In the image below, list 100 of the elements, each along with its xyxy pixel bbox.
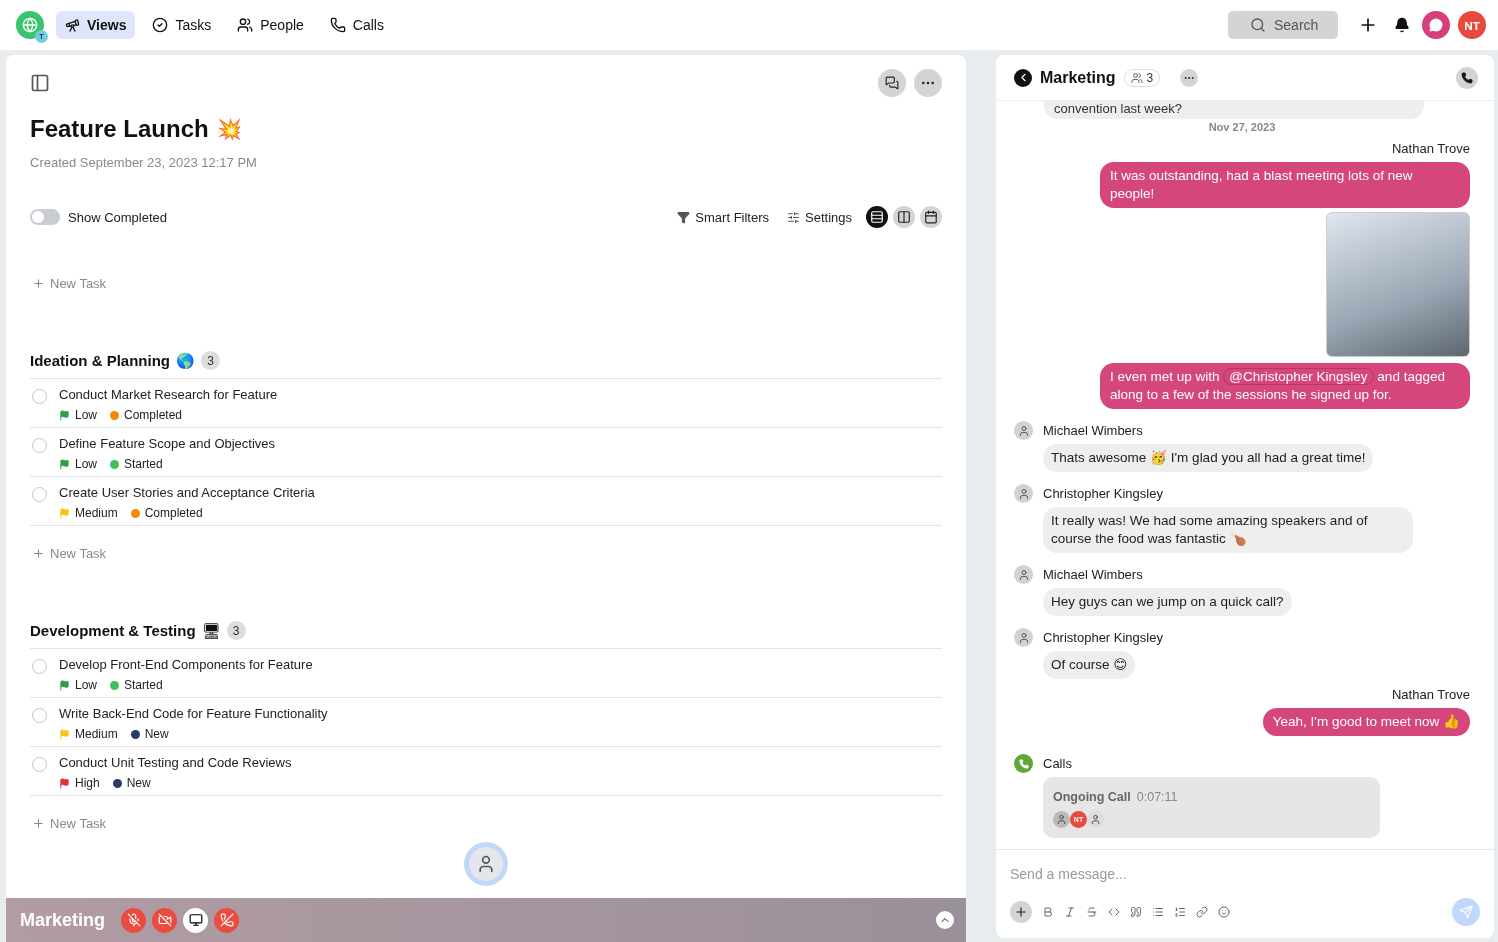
task-title: Conduct Unit Testing and Code Reviews [59,755,292,770]
search-field[interactable]: Search [1228,11,1338,39]
message-bubble: Hey guys can we jump on a quick call? [1043,588,1292,616]
telescope-icon [65,17,80,33]
nav-tab[interactable]: Views [56,11,136,39]
avatar-icon [1053,811,1070,828]
message-author: Michael Wimbers [1043,567,1143,582]
nav-tab[interactable]: Tasks [143,11,221,39]
monitor-icon [188,913,203,927]
status-label: New [126,776,151,790]
bold-button[interactable] [1042,906,1054,918]
message-author: Nathan Trove [1391,687,1470,702]
list-icon [870,210,884,224]
new-task-button[interactable]: New Task [32,816,107,831]
video-off-icon [157,913,172,927]
search-icon [1250,17,1266,33]
nav-tab[interactable]: People [228,11,313,39]
call-card-title: Ongoing Call [1053,790,1131,804]
phone-icon [1461,71,1473,84]
numbered-list-button[interactable] [1174,906,1186,918]
filter-icon [677,210,691,224]
priority-label: Low [75,457,97,471]
group-title: Development & Testing [30,622,196,639]
chat-title: Marketing [1040,68,1116,87]
task-title: Define Feature Scope and Objectives [59,436,276,451]
priority-label: Low [75,408,97,422]
check-circle-icon [152,17,169,33]
phone-icon [1014,754,1033,773]
avatar-icon [1014,484,1033,503]
date-separator: Nov 27, 2023 [1208,121,1276,133]
plus-icon [32,547,45,560]
call-control-button[interactable] [183,907,209,933]
comments-button[interactable] [878,69,906,97]
strikethrough-button[interactable] [1086,906,1098,918]
show-completed-toggle[interactable] [30,209,60,225]
toggle-label: Show Completed [68,209,167,225]
more-button[interactable] [914,69,942,97]
back-button[interactable] [1014,68,1032,87]
avatar-icon [1087,811,1104,828]
chat-bubbles-icon [885,76,899,90]
people-icon [237,17,254,33]
chat-app-icon[interactable] [1422,11,1450,39]
view-toggle-button[interactable] [866,206,888,228]
code-button[interactable] [1108,906,1120,918]
call-title: Marketing [20,909,106,931]
settings-button[interactable]: Settings [787,209,852,225]
bullet-list-button[interactable] [1152,906,1164,918]
calendar-icon [924,210,938,224]
italic-button[interactable] [1064,906,1076,918]
hang-up-icon [219,913,234,927]
message-bubble: Thats awesome 🥳 I'm glad you all had a great time! [1043,444,1374,472]
nav-tab[interactable]: Calls [320,11,393,39]
task-checkbox[interactable] [32,487,47,502]
new-task-button[interactable]: New Task [32,276,107,291]
globe-icon [22,17,38,33]
expand-button[interactable] [936,911,954,929]
call-button[interactable] [1456,66,1478,89]
plus-icon [32,277,45,290]
created-date: Created September 23, 2023 12:17 PM [30,155,258,170]
view-toggle-button[interactable] [920,206,942,228]
task-checkbox[interactable] [32,438,47,453]
smart-filters-button[interactable]: Smart Filters [677,209,769,225]
attach-button[interactable] [1010,901,1032,923]
task-title: Develop Front-End Components for Feature [59,657,313,672]
status-label: New [144,727,169,741]
priority-label: Low [75,678,97,692]
task-checkbox[interactable] [32,389,47,404]
task-checkbox[interactable] [32,659,47,674]
task-checkbox[interactable] [32,708,47,723]
message-bubble: Yeah, I'm good to meet now 👍 [1262,708,1470,736]
plus-icon [32,817,45,830]
send-icon [1459,905,1473,919]
new-task-button[interactable]: New Task [32,546,107,561]
call-duration: 0:07:11 [1136,790,1178,804]
task-title: Write Back-End Code for Feature Functionality [59,706,328,721]
avatar-icon [1014,421,1033,440]
people-icon [1130,71,1143,84]
more-button[interactable] [1180,68,1199,87]
project-title: Feature Launch 💥 [30,115,243,143]
view-toggle-button[interactable] [893,206,915,228]
phone-icon [329,17,346,33]
task-checkbox[interactable] [32,757,47,772]
avatar-icon [1014,628,1033,647]
message-bubble: It was outstanding, had a blast meeting lots of new people! [1100,162,1470,208]
status-label: Completed [144,506,203,520]
message-author: Christopher Kingsley [1043,630,1163,645]
message-bubble: convention last week? [1044,101,1424,119]
bell-icon [1394,17,1410,33]
sliders-icon [787,210,800,224]
task-title: Conduct Market Research for Feature [59,387,278,402]
participant-avatar[interactable] [464,842,508,886]
message-bubble: Of course 😊 [1043,651,1136,679]
message-author: Calls [1043,756,1072,771]
sidebar-toggle-icon[interactable] [30,73,50,93]
link-button[interactable] [1196,906,1208,918]
plus-icon [1014,905,1028,919]
quote-button[interactable] [1130,906,1142,918]
user-avatar[interactable]: NT [1458,11,1486,39]
priority-label: Medium [75,506,118,520]
emoji-button[interactable] [1218,906,1230,918]
